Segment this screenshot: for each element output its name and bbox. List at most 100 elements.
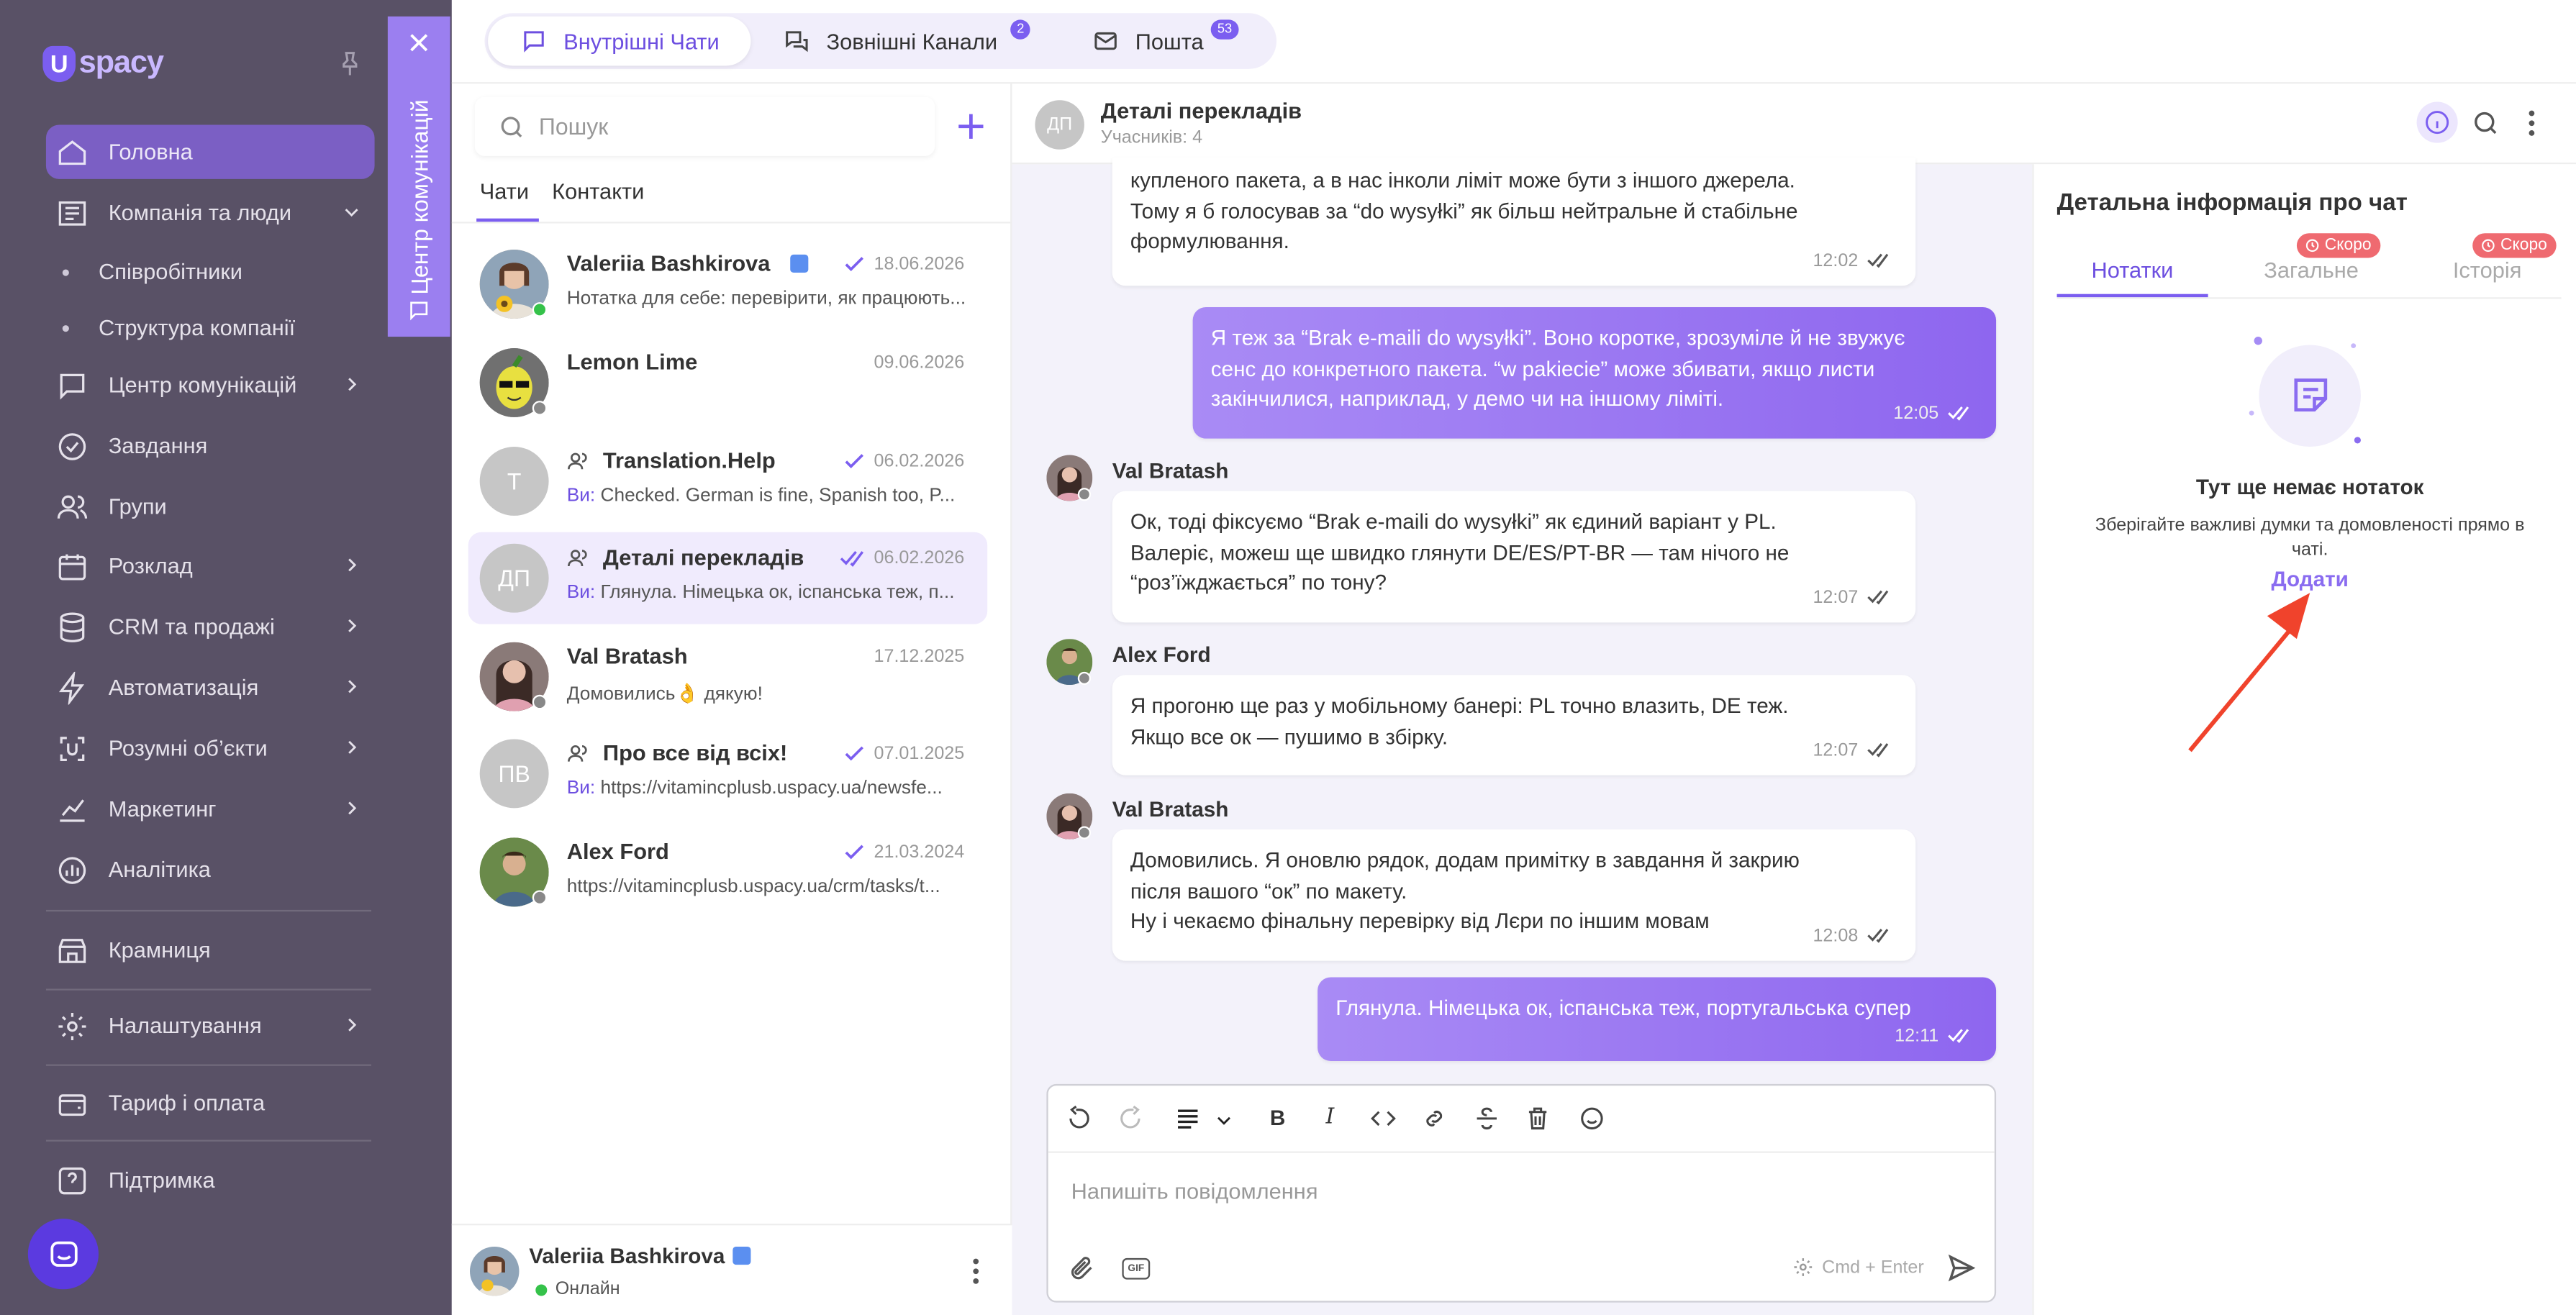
message-line: Я прогоню ще раз у мобільному банері: PL…	[1130, 693, 1789, 718]
message-line: Тому я б голосував за “do wysyłki” як бі…	[1130, 198, 1798, 223]
search-icon[interactable]	[2471, 109, 2500, 138]
nav-billing[interactable]: Тариф і оплата	[46, 1075, 375, 1129]
message-outgoing[interactable]: Глянула. Німецька ок, іспанська теж, пор…	[1318, 977, 1997, 1061]
paperclip-icon[interactable]	[1068, 1255, 1096, 1283]
code-icon[interactable]	[1370, 1106, 1397, 1132]
bold-icon[interactable]: B	[1270, 1106, 1285, 1130]
nav-analytics[interactable]: Аналітика	[46, 842, 375, 896]
list-item[interactable]: Alex Ford 21.03.2024 https://vitamincplu…	[468, 826, 987, 918]
nav-settings[interactable]: Налаштування	[46, 998, 375, 1052]
message-sender[interactable]: Val Bratash	[1112, 458, 1229, 483]
close-icon[interactable]	[406, 29, 432, 56]
trash-icon[interactable]	[1525, 1106, 1551, 1132]
nav-comm-center[interactable]: Центр комунікацій	[46, 358, 375, 412]
message-input[interactable]: Напишіть повідомлення	[1071, 1179, 1318, 1203]
avatar[interactable]	[469, 1246, 520, 1296]
chat-avatar[interactable]: ДП	[1035, 100, 1084, 150]
message-incoming[interactable]: Я прогоню ще раз у мобільному банері: PL…	[1112, 675, 1916, 775]
list-item[interactable]: Lemon Lime 09.06.2026	[468, 337, 987, 429]
mail-icon	[1094, 32, 1117, 50]
check-circle-icon	[58, 432, 86, 460]
tab-general[interactable]: Загальне	[2264, 258, 2359, 282]
double-check-icon	[1867, 743, 1889, 758]
tab-chats[interactable]: Чати	[480, 179, 529, 204]
offline-status	[1077, 826, 1092, 839]
list-item[interactable]: Val Bratash 17.12.2025 Домовились👌 дякую…	[468, 631, 987, 723]
message-time: 12:07	[1813, 582, 1889, 612]
check-icon	[845, 845, 863, 860]
text-style-icon[interactable]	[1174, 1106, 1201, 1132]
kebab-menu-icon[interactable]	[969, 1257, 982, 1286]
list-item[interactable]: ПВ Про все від всіх! 07.01.2025 Ви: http…	[468, 727, 987, 819]
nav-crm[interactable]: CRM та продажі	[46, 599, 375, 653]
italic-icon[interactable]: I	[1326, 1106, 1335, 1130]
message-sender[interactable]: Alex Ford	[1112, 642, 1211, 667]
send-icon[interactable]	[1947, 1253, 1977, 1283]
nav-smart-objects[interactable]: Розумні об’єкти	[46, 721, 375, 775]
comm-center-tab[interactable]: Центр комунікацій	[387, 16, 450, 337]
tab-external-channels[interactable]: Зовнішні Канали 2	[784, 17, 1046, 65]
chat-preview: Ви: Глянула. Німецька ок, іспанська теж,…	[566, 583, 955, 603]
nav-home[interactable]: Головна	[45, 124, 375, 179]
info-button[interactable]	[2416, 101, 2458, 143]
kebab-menu-icon[interactable]	[2525, 109, 2538, 138]
nav-store[interactable]: Крамниця	[46, 923, 375, 977]
redo-icon[interactable]	[1117, 1105, 1144, 1132]
nav-groups[interactable]: Групи	[46, 480, 375, 534]
double-check-icon	[1867, 591, 1889, 605]
nav-sub-employees[interactable]: Співробітники	[62, 260, 242, 284]
chat-title[interactable]: Деталі перекладів	[1101, 99, 1302, 123]
chevron-right-icon	[348, 378, 357, 391]
chat-members-count: Учасників: 4	[1100, 128, 1203, 148]
tab-contacts[interactable]: Контакти	[552, 179, 644, 204]
mail-badge: 53	[1210, 19, 1239, 40]
link-icon[interactable]	[1421, 1106, 1448, 1132]
gif-button[interactable]: GIF	[1122, 1257, 1151, 1280]
help-icon	[58, 1166, 86, 1194]
message-incoming[interactable]: Домовились. Я оновлю рядок, додам приміт…	[1112, 829, 1916, 961]
message-outgoing[interactable]: Я теж за “Brak e-maili do wysyłki”. Воно…	[1192, 306, 1997, 439]
soon-badge: Скоро	[2296, 233, 2382, 258]
plus-icon[interactable]	[955, 110, 988, 143]
nav-sub-structure[interactable]: Структура компанії	[62, 315, 295, 340]
pin-icon[interactable]	[335, 49, 365, 78]
chat-date: 17.12.2025	[874, 647, 965, 667]
nav-company[interactable]: Компанія та люди	[46, 186, 375, 240]
chat-name: Translation.Help	[567, 448, 776, 473]
list-item[interactable]: ДП Деталі перекладів 06.02.2026 Ви: Глян…	[468, 532, 988, 624]
logo-mark-icon: U	[42, 45, 76, 83]
message-incoming[interactable]: Ок, тоді фіксуємо “Brak e-maili do wysył…	[1112, 491, 1916, 623]
avatar: ДП	[479, 543, 549, 613]
undo-icon[interactable]	[1066, 1105, 1093, 1132]
chat-preview: https://vitamincplusb.uspacy.ua/crm/task…	[566, 877, 940, 897]
users-icon	[57, 494, 88, 518]
tab-history[interactable]: Історія	[2453, 258, 2522, 282]
search-box[interactable]: Пошук	[474, 96, 935, 156]
strikethrough-icon[interactable]	[1474, 1106, 1500, 1132]
sidebar-divider	[45, 988, 372, 991]
nav-tasks[interactable]: Завдання	[46, 419, 375, 473]
search-input[interactable]: Пошук	[539, 114, 608, 140]
logo-text: spacy	[78, 45, 164, 81]
chevron-down-icon[interactable]	[1214, 1110, 1233, 1129]
nav-company-label: Компанія та люди	[108, 200, 292, 225]
group-icon	[568, 744, 587, 761]
list-item[interactable]: Valeriia Bashkirova 18.06.2026 Нотатка д…	[468, 238, 987, 330]
message-sender[interactable]: Val Bratash	[1112, 796, 1229, 821]
chevron-right-icon	[348, 680, 357, 693]
logo[interactable]: U spacy	[42, 45, 164, 83]
nav-support[interactable]: Підтримка	[46, 1153, 375, 1207]
nav-schedule[interactable]: Розклад	[46, 539, 375, 593]
tab-notes[interactable]: Нотатки	[2092, 258, 2174, 282]
tab-mail[interactable]: Пошта 53	[1092, 17, 1256, 65]
list-item[interactable]: T Translation.Help 06.02.2026 Ви: Checke…	[468, 435, 987, 527]
offline-status	[532, 694, 548, 710]
clock-icon	[2305, 239, 2319, 252]
message-incoming[interactable]: купленого пакета, а в нас інколи ліміт м…	[1112, 158, 1916, 286]
emoji-icon[interactable]	[1579, 1106, 1605, 1132]
send-shortcut[interactable]: Cmd + Enter	[1792, 1257, 1924, 1278]
nav-automation[interactable]: Автоматизація	[46, 660, 375, 714]
tab-internal-chats[interactable]: Внутрішні Чати	[488, 16, 751, 66]
nav-marketing[interactable]: Маркетинг	[46, 782, 375, 836]
support-chat-button[interactable]	[27, 1219, 99, 1290]
